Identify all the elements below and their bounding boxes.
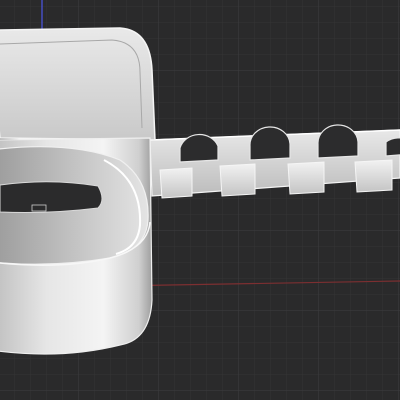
cup-body[interactable] [0, 137, 153, 355]
notch [31, 204, 47, 212]
cup-back-wall[interactable] [0, 27, 156, 141]
3d-viewport[interactable] [0, 0, 400, 400]
viewport-canvas[interactable] [0, 0, 400, 400]
